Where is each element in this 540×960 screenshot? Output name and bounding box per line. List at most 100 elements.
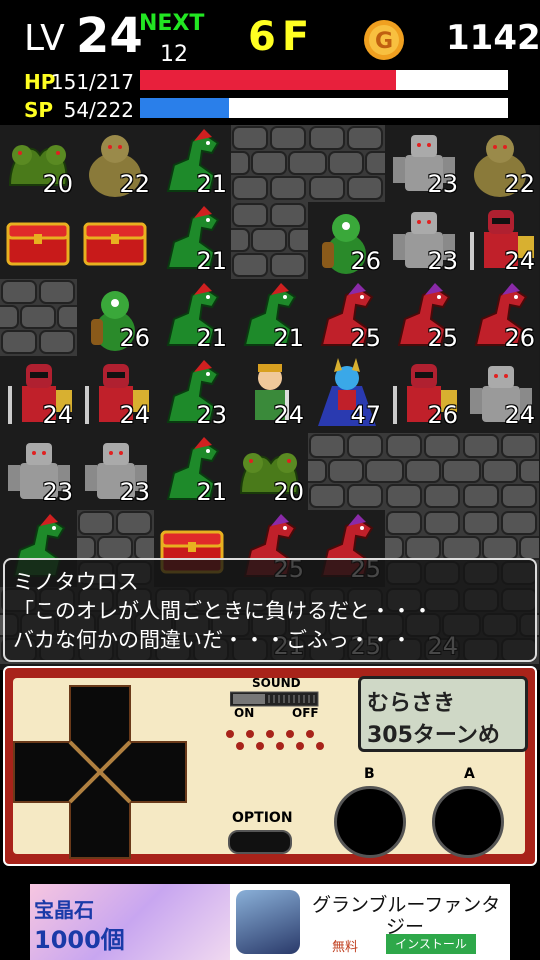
tile-level: 23 xyxy=(427,170,458,198)
board-tile-chest[interactable] xyxy=(0,202,77,279)
dpad-right[interactable] xyxy=(130,742,186,802)
sound-off-label: OFF xyxy=(292,706,319,720)
rock-sprite xyxy=(308,125,385,202)
board-tile-dragon[interactable]: 23 xyxy=(154,356,231,433)
install-button[interactable]: インストール xyxy=(386,934,476,954)
coin-icon: G xyxy=(364,20,404,60)
status-bar: LV 24 NEXT 12 6F G 1142 HP 151/217 SP 54… xyxy=(0,0,540,125)
board-tile-golem[interactable]: 23 xyxy=(77,433,154,510)
tile-level: 22 xyxy=(119,170,150,198)
ad-banner[interactable]: 宝晶石 1000個 グランブルーファンタ ジー 無料 インストール xyxy=(30,884,510,960)
board-tile-reddragon[interactable]: 25 xyxy=(308,279,385,356)
b-button[interactable] xyxy=(334,786,406,858)
tile-level: 21 xyxy=(196,478,227,506)
board-tile-rock[interactable] xyxy=(462,433,539,510)
dialog-line: バカな何かの間違いだ・・・ごふっ・・・ xyxy=(13,628,412,652)
board-tile-rock[interactable] xyxy=(0,279,77,356)
chest-sprite xyxy=(77,202,154,279)
sound-label: SOUND xyxy=(252,676,301,690)
option-label: OPTION xyxy=(232,810,293,826)
board-tile-ogre[interactable]: 22 xyxy=(77,125,154,202)
board-tile-dragon[interactable]: 21 xyxy=(154,202,231,279)
board-tile-golem[interactable]: 23 xyxy=(385,125,462,202)
board-tile-ogre[interactable]: 22 xyxy=(462,125,539,202)
dpad-up[interactable] xyxy=(70,686,130,742)
rock-sprite xyxy=(462,433,539,510)
dpad-down[interactable] xyxy=(70,802,130,858)
board-tile-golem[interactable]: 24 xyxy=(462,356,539,433)
board-tile-dragon[interactable]: 21 xyxy=(154,125,231,202)
board-tile-dragon[interactable]: 21 xyxy=(154,433,231,510)
tile-level: 21 xyxy=(196,170,227,198)
dialog-speaker: ミノタウロス xyxy=(13,570,139,594)
sp-value: 54/222 xyxy=(63,98,134,122)
board-tile-hydra[interactable]: 20 xyxy=(0,125,77,202)
tile-level: 21 xyxy=(273,324,304,352)
board-tile-reddragon[interactable]: 26 xyxy=(462,279,539,356)
board-tile-hydra[interactable]: 20 xyxy=(231,433,308,510)
tile-level: 23 xyxy=(119,478,150,506)
tile-level: 23 xyxy=(42,478,73,506)
board-tile-dragon[interactable]: 21 xyxy=(231,279,308,356)
board-tile-dragon[interactable]: 21 xyxy=(154,279,231,356)
tile-level: 24 xyxy=(504,247,535,275)
a-label: A xyxy=(464,766,475,782)
tile-level: 47 xyxy=(350,401,381,429)
board-tile-rock[interactable] xyxy=(231,202,308,279)
tile-level: 26 xyxy=(119,324,150,352)
dialog-line: 「このオレが人間ごときに負けるだと・・・ xyxy=(13,599,433,623)
board-tile-goblin[interactable]: 26 xyxy=(308,202,385,279)
tile-level: 24 xyxy=(273,401,304,429)
ad-promo-count: 1000個 xyxy=(34,926,125,954)
dpad-left[interactable] xyxy=(14,742,70,802)
board-tile-rock[interactable] xyxy=(385,433,462,510)
rock-sprite xyxy=(385,433,462,510)
board-tile-goblin[interactable]: 26 xyxy=(77,279,154,356)
board-tile-rock[interactable] xyxy=(231,125,308,202)
b-label: B xyxy=(364,766,375,782)
dpad[interactable] xyxy=(12,684,188,860)
tile-level: 24 xyxy=(42,401,73,429)
lcd-name: むらさき xyxy=(367,691,456,716)
board-tile-reddragon[interactable]: 25 xyxy=(385,279,462,356)
tile-level: 25 xyxy=(350,324,381,352)
tile-level: 21 xyxy=(196,324,227,352)
board-tile-golem[interactable]: 23 xyxy=(0,433,77,510)
board-tile-chest[interactable] xyxy=(77,202,154,279)
sp-bar xyxy=(140,98,508,118)
tile-level: 23 xyxy=(196,401,227,429)
a-button[interactable] xyxy=(432,786,504,858)
next-value: 12 xyxy=(160,42,188,67)
tile-level: 26 xyxy=(427,401,458,429)
board-tile-knight[interactable]: 24 xyxy=(77,356,154,433)
board-tile-rock[interactable] xyxy=(308,125,385,202)
svg-text:G: G xyxy=(375,29,393,54)
level-value: 24 xyxy=(76,8,143,64)
app-icon[interactable] xyxy=(236,890,300,954)
sound-on-label: ON xyxy=(234,706,255,720)
chest-sprite xyxy=(0,202,77,279)
board-tile-demon[interactable]: 47 xyxy=(308,356,385,433)
ad-image[interactable]: 宝晶石 1000個 xyxy=(30,884,230,960)
rock-sprite xyxy=(308,433,385,510)
tile-level: 24 xyxy=(119,401,150,429)
board-tile-knight[interactable]: 26 xyxy=(385,356,462,433)
tile-level: 26 xyxy=(504,324,535,352)
hp-bar xyxy=(140,70,508,90)
floor-indicator: 6F xyxy=(248,14,316,60)
message-dialog[interactable]: ミノタウロス 「このオレが人間ごときに負けるだと・・・ バカな何かの間違いだ・・… xyxy=(3,558,537,662)
lcd-turns: 305ターンめ xyxy=(367,723,500,748)
board-tile-knight[interactable]: 24 xyxy=(0,356,77,433)
speaker-grille xyxy=(226,730,324,750)
board-tile-knight[interactable]: 24 xyxy=(462,202,539,279)
sp-bar-fill xyxy=(140,98,230,118)
tile-level: 21 xyxy=(196,247,227,275)
board-tile-golem[interactable]: 23 xyxy=(385,202,462,279)
hp-bar-fill xyxy=(140,70,397,90)
ad-promo-text: 宝晶石 xyxy=(34,898,94,922)
board-tile-rock[interactable] xyxy=(308,433,385,510)
option-button[interactable] xyxy=(228,830,292,854)
board-tile-hero[interactable]: 24 xyxy=(231,356,308,433)
tile-level: 24 xyxy=(504,401,535,429)
tile-level: 23 xyxy=(427,247,458,275)
